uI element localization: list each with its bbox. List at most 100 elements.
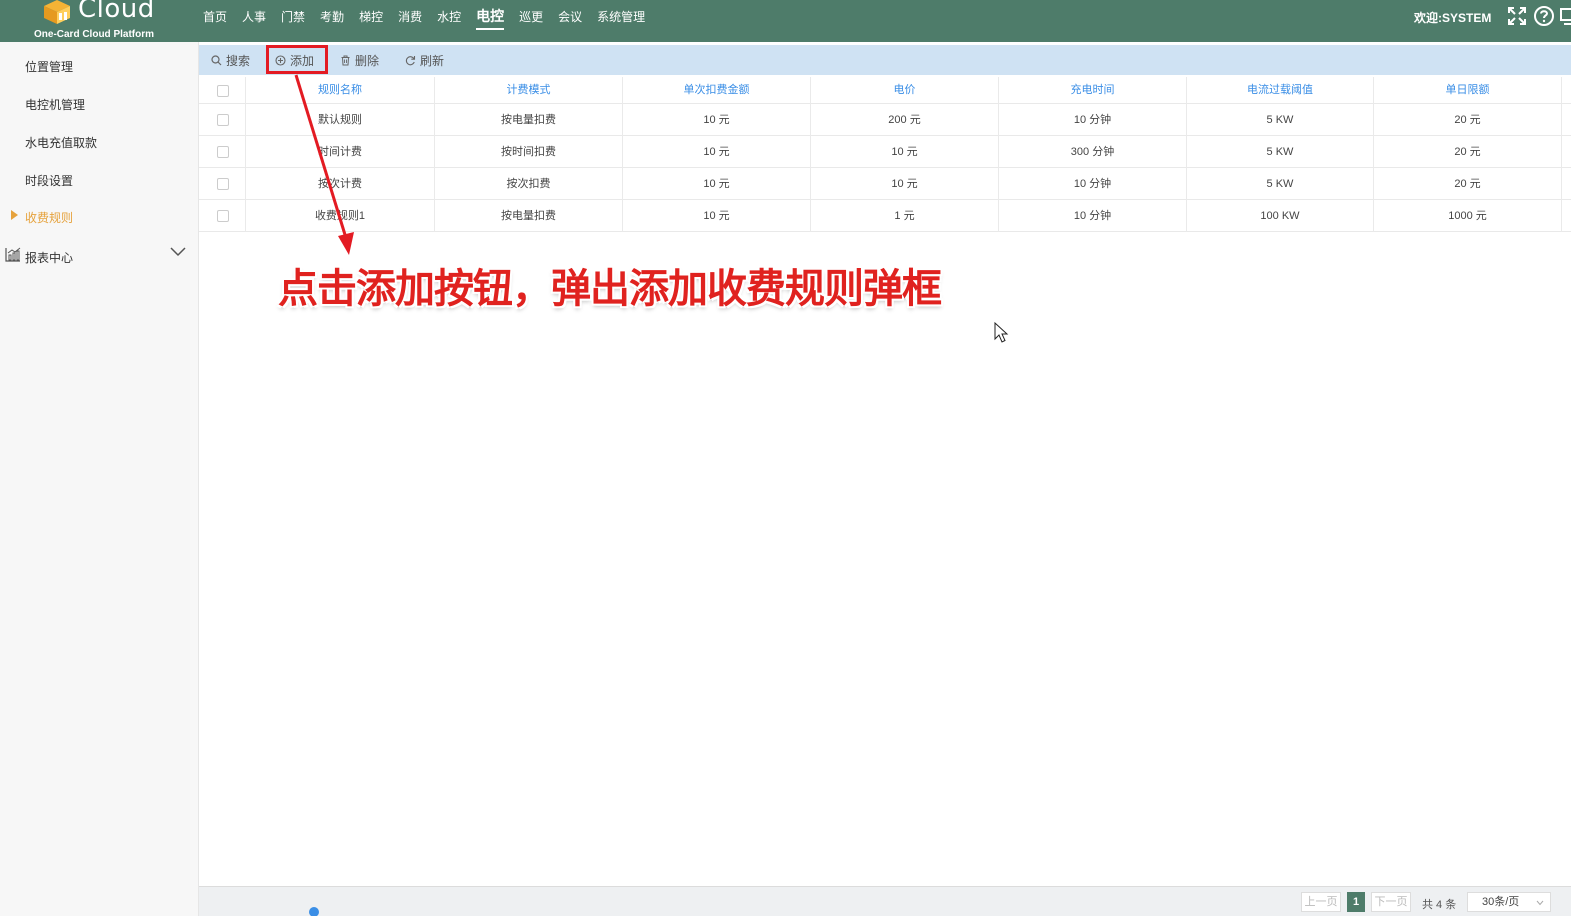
table-cell: 1 元 bbox=[811, 200, 999, 232]
table-cell: 10 元 bbox=[623, 200, 811, 232]
nav-item-personnel[interactable]: 人事 bbox=[242, 0, 266, 25]
table-cell: 10 分钟 bbox=[999, 104, 1187, 136]
column-header[interactable]: 电价 bbox=[811, 77, 999, 104]
table-row[interactable]: 时间计费 按时间扣费 10 元 10 元 300 分钟 5 KW 20 元 bbox=[199, 136, 1571, 168]
checkbox-cell bbox=[199, 136, 246, 168]
plus-circle-icon bbox=[275, 54, 286, 66]
current-page[interactable]: 1 bbox=[1347, 892, 1365, 912]
table-header-row: 规则名称 计费模式 单次扣费金额 电价 充电时间 电流过载阈值 单日限额 bbox=[199, 77, 1571, 104]
table-cell: 按时间扣费 bbox=[435, 136, 623, 168]
sidebar-item-report-center[interactable]: 报表中心 bbox=[0, 240, 199, 270]
table-row[interactable]: 按次计费 按次扣费 10 元 10 元 10 分钟 5 KW 20 元 bbox=[199, 168, 1571, 200]
logo-text: Cloud bbox=[78, 0, 155, 24]
table-cell: 默认规则 bbox=[246, 104, 435, 136]
table-cell: 10 元 bbox=[623, 136, 811, 168]
table-row[interactable]: 收费规则1 按电量扣费 10 元 1 元 10 分钟 100 KW 1000 元 bbox=[199, 200, 1571, 232]
refresh-button-label: 刷新 bbox=[420, 53, 445, 68]
table-cell: 5 KW bbox=[1187, 136, 1374, 168]
checkbox-column-header bbox=[199, 77, 246, 104]
checkbox-cell bbox=[199, 104, 246, 136]
next-page-button[interactable]: 下一页 bbox=[1371, 892, 1411, 912]
sidebar-item-charge-rules[interactable]: 收费规则 bbox=[25, 209, 73, 226]
search-icon bbox=[211, 54, 222, 65]
nav-item-water[interactable]: 水控 bbox=[437, 0, 461, 25]
table-cell: 按次扣费 bbox=[435, 168, 623, 200]
caret-right-icon bbox=[11, 210, 18, 220]
nav-item-elevator[interactable]: 梯控 bbox=[359, 0, 383, 25]
table-cell: 300 分钟 bbox=[999, 136, 1187, 168]
nav-item-system[interactable]: 系统管理 bbox=[597, 0, 645, 25]
nav-item-access[interactable]: 门禁 bbox=[281, 0, 305, 25]
add-button-label: 添加 bbox=[290, 53, 315, 68]
column-header[interactable]: 充电时间 bbox=[999, 77, 1187, 104]
fullscreen-icon[interactable] bbox=[1506, 5, 1528, 27]
top-navigation-bar: Cloud One-Card Cloud Platform 首页 人事 门禁 考… bbox=[0, 0, 1571, 42]
table-cell: 按次计费 bbox=[246, 168, 435, 200]
total-count: 共 4 条 bbox=[1422, 899, 1457, 911]
table-cell: 10 分钟 bbox=[999, 200, 1187, 232]
checkbox-cell bbox=[199, 200, 246, 232]
scroll-indicator[interactable] bbox=[309, 907, 319, 916]
report-center-label: 报表中心 bbox=[25, 251, 74, 265]
column-header[interactable]: 规则名称 bbox=[246, 77, 435, 104]
nav-item-attendance[interactable]: 考勤 bbox=[320, 0, 344, 25]
welcome-user: 欢迎:SYSTEM bbox=[1414, 11, 1492, 25]
nav-item-patrol[interactable]: 巡更 bbox=[519, 0, 543, 25]
sidebar: 位置管理 电控机管理 水电充值取款 时段设置 收费规则 报表中心 bbox=[0, 42, 199, 916]
chevron-down-icon[interactable] bbox=[170, 247, 186, 257]
table-cell: 10 元 bbox=[811, 168, 999, 200]
table-cell: 100 KW bbox=[1187, 200, 1374, 232]
table-cell: 收费规则1 bbox=[246, 200, 435, 232]
prev-page-button[interactable]: 上一页 bbox=[1301, 892, 1341, 912]
page-size-select[interactable]: 30条/页 bbox=[1467, 892, 1551, 912]
table-row[interactable]: 默认规则 按电量扣费 10 元 200 元 10 分钟 5 KW 20 元 bbox=[199, 104, 1571, 136]
table-cell: 10 元 bbox=[623, 104, 811, 136]
screen-icon[interactable] bbox=[1559, 5, 1571, 27]
sidebar-item-location[interactable]: 位置管理 bbox=[25, 58, 73, 75]
page-size-value: 30条/页 bbox=[1482, 896, 1520, 908]
pagination-bar: 上一页 1 下一页 共 4 条 30条/页 bbox=[199, 886, 1571, 916]
table-cell: 5 KW bbox=[1187, 104, 1374, 136]
chevron-down-icon bbox=[1536, 900, 1544, 906]
table-cell: 5 KW bbox=[1187, 168, 1374, 200]
column-header[interactable]: 单次扣费金额 bbox=[623, 77, 811, 104]
logo-subtitle: One-Card Cloud Platform bbox=[34, 29, 155, 40]
trash-icon bbox=[341, 55, 350, 65]
cube-logo-icon bbox=[44, 0, 70, 24]
column-header[interactable]: 电流过载阈值 bbox=[1187, 77, 1374, 104]
table-cell: 按电量扣费 bbox=[435, 104, 623, 136]
chart-icon bbox=[5, 247, 21, 262]
column-header[interactable]: 计费模式 bbox=[435, 77, 623, 104]
table-cell: 20 元 bbox=[1374, 104, 1562, 136]
refresh-icon bbox=[405, 55, 416, 65]
checkbox-cell bbox=[199, 168, 246, 200]
main-nav: 首页 人事 门禁 考勤 梯控 消费 水控 电控 巡更 会议 系统管理 bbox=[203, 0, 660, 42]
delete-button-label: 删除 bbox=[355, 53, 380, 68]
sidebar-item-recharge[interactable]: 水电充值取款 bbox=[25, 134, 97, 151]
nav-item-meeting[interactable]: 会议 bbox=[558, 0, 582, 25]
logo[interactable]: Cloud One-Card Cloud Platform bbox=[30, 0, 170, 42]
search-button[interactable]: 搜索 bbox=[211, 45, 250, 75]
table-cell: 按电量扣费 bbox=[435, 200, 623, 232]
table-cell: 10 分钟 bbox=[999, 168, 1187, 200]
delete-button[interactable]: 删除 bbox=[340, 45, 379, 75]
table-cell: 10 元 bbox=[623, 168, 811, 200]
sidebar-item-controller[interactable]: 电控机管理 bbox=[25, 96, 85, 113]
column-header[interactable]: 单日限额 bbox=[1374, 77, 1562, 104]
add-button[interactable]: 添加 bbox=[275, 45, 314, 75]
table-cell: 1000 元 bbox=[1374, 200, 1562, 232]
refresh-button[interactable]: 刷新 bbox=[405, 45, 444, 75]
table-cell: 20 元 bbox=[1374, 136, 1562, 168]
table-cell: 200 元 bbox=[811, 104, 999, 136]
sidebar-item-time-period[interactable]: 时段设置 bbox=[25, 172, 73, 189]
help-icon[interactable] bbox=[1533, 5, 1555, 27]
nav-item-electric[interactable]: 电控 bbox=[476, 0, 505, 30]
nav-item-home[interactable]: 首页 bbox=[203, 0, 227, 25]
table-cell: 时间计费 bbox=[246, 136, 435, 168]
annotation-callout: 点击添加按钮，弹出添加收费规则弹框 bbox=[278, 266, 942, 312]
table-cell: 20 元 bbox=[1374, 168, 1562, 200]
toolbar: 搜索 添加 删除 刷新 bbox=[199, 45, 1571, 75]
nav-item-consumption[interactable]: 消费 bbox=[398, 0, 422, 25]
table-cell: 10 元 bbox=[811, 136, 999, 168]
search-button-label: 搜索 bbox=[226, 53, 251, 68]
